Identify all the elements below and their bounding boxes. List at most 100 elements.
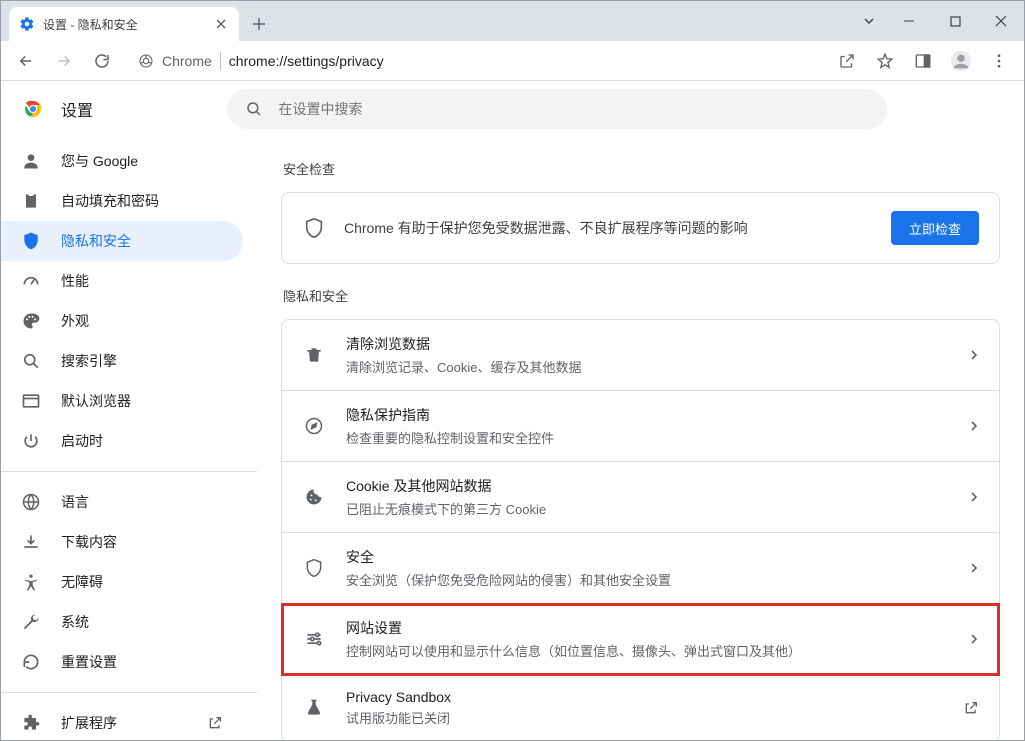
row-site-settings[interactable]: 网站设置 控制网站可以使用和显示什么信息（如位置信息、摄像头、弹出式窗口及其他） xyxy=(282,604,999,675)
sidebar-item-label: 自动填充和密码 xyxy=(61,191,159,211)
close-window-button[interactable] xyxy=(978,6,1024,36)
sidebar-item-onstartup[interactable]: 启动时 xyxy=(1,421,243,461)
sidebar-item-appearance[interactable]: 外观 xyxy=(1,301,243,341)
shield-icon xyxy=(302,556,326,580)
new-tab-button[interactable] xyxy=(245,10,273,38)
browser-toolbar: Chrome chrome://settings/privacy xyxy=(1,41,1024,81)
window-controls xyxy=(852,1,1024,41)
close-tab-icon[interactable] xyxy=(213,16,229,32)
compass-icon xyxy=(302,414,326,438)
power-icon xyxy=(21,431,41,451)
restore-icon xyxy=(21,652,41,672)
chrome-icon xyxy=(138,53,154,69)
profile-avatar[interactable] xyxy=(944,44,978,78)
address-bar[interactable]: Chrome chrome://settings/privacy xyxy=(127,46,822,76)
chevron-right-icon xyxy=(969,563,979,573)
row-clear-browsing-data[interactable]: 清除浏览数据 清除浏览记录、Cookie、缓存及其他数据 xyxy=(282,320,999,391)
sidebar-item-label: 下载内容 xyxy=(61,532,117,552)
sidebar-item-label: 无障碍 xyxy=(61,572,103,592)
settings-sidebar[interactable]: 您与 Google 自动填充和密码 隐私和安全 性能 外观 xyxy=(1,137,257,740)
chevron-right-icon xyxy=(969,350,979,360)
search-icon xyxy=(245,100,263,118)
shield-icon xyxy=(21,231,41,251)
side-panel-icon[interactable] xyxy=(906,44,940,78)
row-subtitle: 已阻止无痕模式下的第三方 Cookie xyxy=(346,499,949,518)
download-icon xyxy=(21,532,41,552)
safety-check-card: Chrome 有助于保护您免受数据泄露、不良扩展程序等问题的影响 立即检查 xyxy=(281,192,1000,264)
sidebar-item-label: 系统 xyxy=(61,612,89,632)
maximize-button[interactable] xyxy=(932,6,978,36)
shield-icon xyxy=(302,216,326,240)
browser-tab[interactable]: 设置 - 隐私和安全 xyxy=(9,7,239,41)
sidebar-item-extensions[interactable]: 扩展程序 xyxy=(1,703,243,740)
minimize-button[interactable] xyxy=(886,6,932,36)
row-privacy-sandbox[interactable]: Privacy Sandbox 试用版功能已关闭 xyxy=(282,675,999,740)
settings-search[interactable] xyxy=(227,89,887,129)
chevron-down-icon[interactable] xyxy=(852,14,886,28)
sidebar-item-label: 性能 xyxy=(61,271,89,291)
clipboard-icon xyxy=(21,191,41,211)
row-subtitle: 控制网站可以使用和显示什么信息（如位置信息、摄像头、弹出式窗口及其他） xyxy=(346,641,949,660)
trash-icon xyxy=(302,343,326,367)
tab-title: 设置 - 隐私和安全 xyxy=(43,16,205,33)
open-in-new-icon xyxy=(963,700,979,716)
tab-strip: 设置 - 隐私和安全 xyxy=(1,1,852,41)
sidebar-item-search-engine[interactable]: 搜索引擎 xyxy=(1,341,243,381)
section-title-privacy: 隐私和安全 xyxy=(283,286,998,305)
sidebar-item-label: 您与 Google xyxy=(61,151,138,171)
settings-search-input[interactable] xyxy=(277,100,869,118)
site-label: Chrome xyxy=(162,53,212,69)
sidebar-item-languages[interactable]: 语言 xyxy=(1,482,243,522)
sidebar-item-you-and-google[interactable]: 您与 Google xyxy=(1,141,243,181)
cookie-icon xyxy=(302,485,326,509)
sidebar-item-system[interactable]: 系统 xyxy=(1,602,243,642)
reload-button[interactable] xyxy=(85,44,119,78)
sidebar-item-downloads[interactable]: 下载内容 xyxy=(1,522,243,562)
sidebar-item-accessibility[interactable]: 无障碍 xyxy=(1,562,243,602)
gear-icon xyxy=(19,16,35,32)
divider xyxy=(220,52,221,70)
row-privacy-guide[interactable]: 隐私保护指南 检查重要的隐私控制设置和安全控件 xyxy=(282,391,999,462)
row-title: 网站设置 xyxy=(346,618,949,638)
sidebar-item-label: 重置设置 xyxy=(61,652,117,672)
tune-icon xyxy=(302,627,326,651)
sidebar-item-label: 语言 xyxy=(61,492,89,512)
search-icon xyxy=(21,351,41,371)
row-security[interactable]: 安全 安全浏览（保护您免受危险网站的侵害）和其他安全设置 xyxy=(282,533,999,604)
chevron-right-icon xyxy=(969,492,979,502)
sidebar-item-label: 默认浏览器 xyxy=(61,391,131,411)
row-title: 隐私保护指南 xyxy=(346,405,949,425)
safety-check-button[interactable]: 立即检查 xyxy=(891,211,979,245)
sidebar-item-reset[interactable]: 重置设置 xyxy=(1,642,243,682)
safety-check-desc: Chrome 有助于保护您免受数据泄露、不良扩展程序等问题的影响 xyxy=(344,218,873,238)
sidebar-divider xyxy=(1,692,257,693)
settings-header: 设置 xyxy=(1,81,1024,137)
kebab-menu-icon[interactable] xyxy=(982,44,1016,78)
back-button[interactable] xyxy=(9,44,43,78)
sidebar-item-label: 扩展程序 xyxy=(61,713,117,733)
row-title: 清除浏览数据 xyxy=(346,334,949,354)
sidebar-item-performance[interactable]: 性能 xyxy=(1,261,243,301)
share-icon[interactable] xyxy=(830,44,864,78)
sidebar-item-default-browser[interactable]: 默认浏览器 xyxy=(1,381,243,421)
sidebar-item-privacy[interactable]: 隐私和安全 xyxy=(1,221,243,261)
row-title: 安全 xyxy=(346,547,949,567)
window-titlebar: 设置 - 隐私和安全 xyxy=(1,1,1024,41)
wrench-icon xyxy=(21,612,41,632)
section-title-safetycheck: 安全检查 xyxy=(283,159,998,178)
settings-main[interactable]: 安全检查 Chrome 有助于保护您免受数据泄露、不良扩展程序等问题的影响 立即… xyxy=(257,137,1024,740)
row-cookies[interactable]: Cookie 及其他网站数据 已阻止无痕模式下的第三方 Cookie xyxy=(282,462,999,533)
sidebar-item-autofill[interactable]: 自动填充和密码 xyxy=(1,181,243,221)
row-subtitle: 检查重要的隐私控制设置和安全控件 xyxy=(346,428,949,447)
bookmark-star-icon[interactable] xyxy=(868,44,902,78)
globe-icon xyxy=(21,492,41,512)
page-title: 设置 xyxy=(61,97,93,121)
accessibility-icon xyxy=(21,572,41,592)
privacy-list-card: 清除浏览数据 清除浏览记录、Cookie、缓存及其他数据 隐私保护指南 检查重要… xyxy=(281,319,1000,740)
row-title: Cookie 及其他网站数据 xyxy=(346,476,949,496)
sidebar-item-label: 启动时 xyxy=(61,431,103,451)
sidebar-item-label: 外观 xyxy=(61,311,89,331)
forward-button[interactable] xyxy=(47,44,81,78)
sidebar-item-label: 搜索引擎 xyxy=(61,351,117,371)
flask-icon xyxy=(302,696,326,720)
